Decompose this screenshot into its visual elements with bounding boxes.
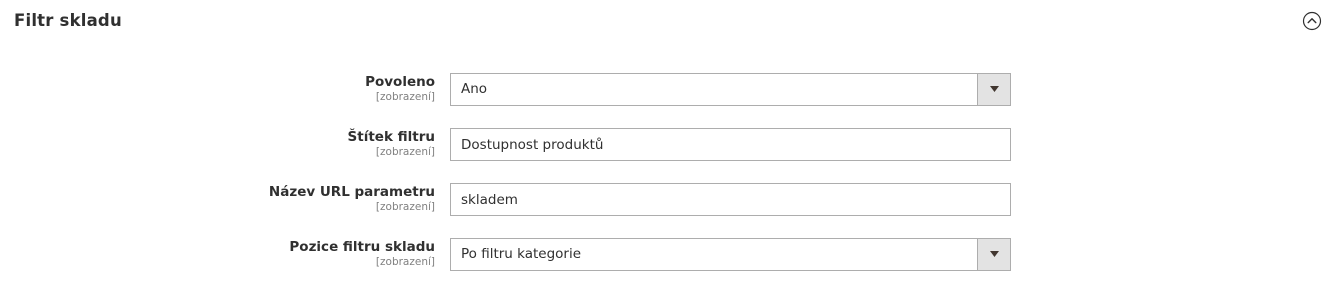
field-label-group: Pozice filtru skladu [zobrazení] (289, 238, 435, 269)
field-label-group: Povoleno [zobrazení] (365, 73, 435, 104)
caret-down-icon (990, 251, 999, 257)
field-label-enabled: Povoleno (365, 74, 435, 90)
field-row-filter-position: Pozice filtru skladu [zobrazení] Po filt… (0, 238, 1340, 274)
section-header[interactable]: Filtr skladu (0, 0, 1340, 42)
enabled-select-value: Ano (461, 81, 488, 97)
filter-position-select-value: Po filtru kategorie (461, 246, 582, 262)
field-row-enabled: Povoleno [zobrazení] Ano (0, 73, 1340, 109)
field-scope-enabled: [zobrazení] (375, 91, 435, 103)
filter-position-select[interactable]: Po filtru kategorie (450, 238, 1011, 271)
section-title: Filtr skladu (14, 11, 122, 30)
field-row-url-param: Název URL parametru [zobrazení] (0, 183, 1340, 219)
chevron-up-circle-icon[interactable] (1302, 11, 1322, 31)
field-row-filter-label: Štítek filtru [zobrazení] (0, 128, 1340, 164)
field-label-filter-position: Pozice filtru skladu (289, 239, 435, 255)
select-arrow-button[interactable] (977, 74, 1010, 105)
field-label-group: Název URL parametru [zobrazení] (269, 183, 435, 214)
field-scope-filter-label: [zobrazení] (375, 146, 435, 158)
enabled-select[interactable]: Ano (450, 73, 1011, 106)
caret-down-icon (990, 86, 999, 92)
select-arrow-button[interactable] (977, 239, 1010, 270)
field-label-url-param: Název URL parametru (268, 184, 435, 200)
field-label-filter-label: Štítek filtru (347, 129, 435, 145)
url-param-input[interactable] (450, 183, 1011, 216)
field-label-group: Štítek filtru [zobrazení] (348, 128, 435, 159)
field-scope-filter-position: [zobrazení] (375, 256, 435, 268)
filter-label-input[interactable] (450, 128, 1011, 161)
field-scope-url-param: [zobrazení] (375, 201, 435, 213)
